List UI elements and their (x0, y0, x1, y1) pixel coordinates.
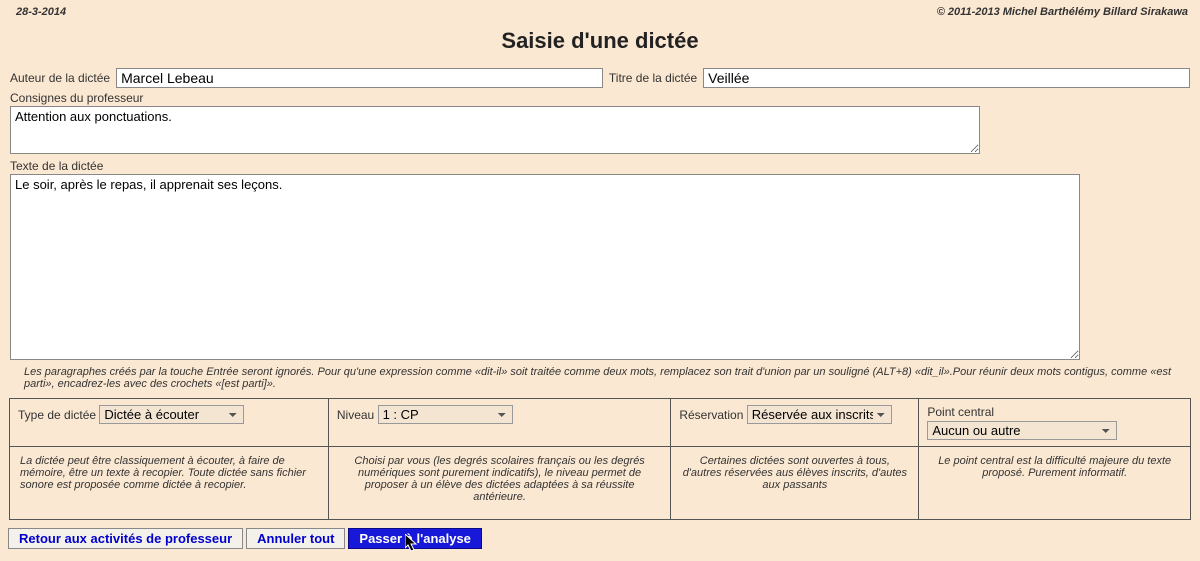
texte-textarea[interactable]: Le soir, après le repas, il apprenait se… (10, 174, 1080, 360)
options-table: Type de dictée Dictée à écouter Niveau 1… (9, 398, 1191, 520)
niveau-select[interactable]: 1 : CP (378, 405, 513, 424)
consignes-label: Consignes du professeur (4, 90, 1196, 106)
back-button[interactable]: Retour aux activités de professeur (8, 528, 243, 549)
cancel-button[interactable]: Annuler tout (246, 528, 345, 549)
reservation-description: Certaines dictées sont ouvertes à tous, … (671, 447, 919, 520)
author-label: Auteur de la dictée (10, 71, 110, 85)
copyright-display: © 2011-2013 Michel Barthélémy Billard Si… (937, 6, 1188, 18)
texte-label: Texte de la dictée (4, 158, 1196, 174)
point-description: Le point central est la difficulté majeu… (919, 447, 1191, 520)
hint-text: Les paragraphes créés par la touche Entr… (4, 360, 1196, 398)
reservation-select[interactable]: Réservée aux inscrits (747, 405, 892, 424)
point-label: Point central (927, 405, 994, 419)
reservation-label: Réservation (679, 408, 743, 422)
type-select[interactable]: Dictée à écouter (99, 405, 244, 424)
title-label: Titre de la dictée (609, 71, 697, 85)
niveau-description: Choisi par vous (les degrés scolaires fr… (328, 447, 670, 520)
author-input[interactable] (116, 68, 603, 88)
date-display: 28-3-2014 (16, 6, 66, 18)
analyze-button[interactable]: Passer à l'analyse (348, 528, 482, 549)
niveau-label: Niveau (337, 408, 374, 422)
title-input[interactable] (703, 68, 1190, 88)
point-select[interactable]: Aucun ou autre (927, 421, 1117, 440)
type-description: La dictée peut être classiquement à écou… (10, 447, 329, 520)
type-label: Type de dictée (18, 408, 96, 422)
consignes-textarea[interactable]: Attention aux ponctuations. (10, 106, 980, 154)
page-title: Saisie d'une dictée (4, 28, 1196, 54)
